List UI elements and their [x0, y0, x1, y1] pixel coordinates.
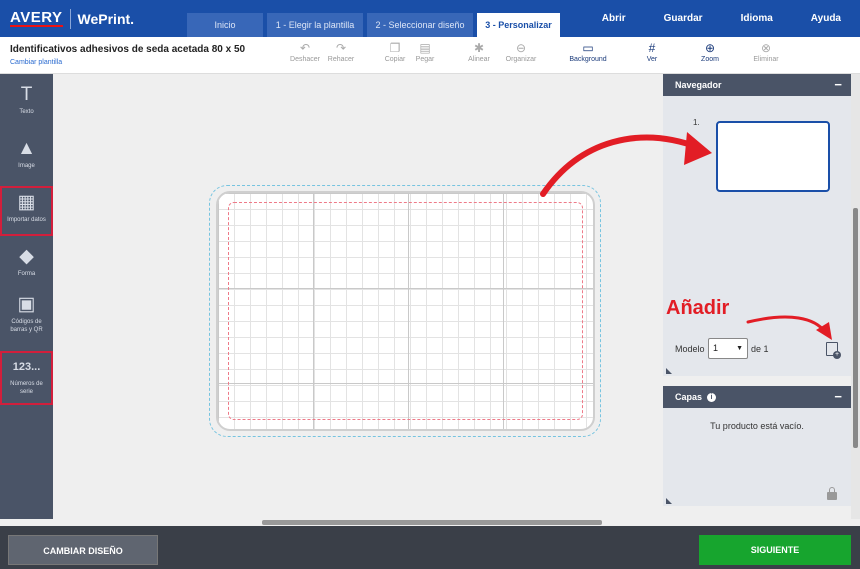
resize-corner-icon — [666, 498, 672, 504]
page-thumbnail[interactable] — [716, 121, 830, 192]
sidebar-item-importar-datos[interactable]: ▦ Importar datos — [0, 186, 53, 236]
safe-area — [228, 202, 583, 420]
document-title: Identificativos adhesivos de seda acetad… — [10, 44, 246, 55]
zoom-icon: ⊕ — [704, 41, 716, 55]
menu-idioma[interactable]: Idioma — [741, 13, 773, 24]
background-icon: ▭ — [582, 41, 594, 55]
horizontal-scrollbar[interactable] — [0, 519, 860, 526]
info-icon[interactable]: i — [707, 393, 717, 403]
change-template-link[interactable]: Cambiar plantilla — [10, 59, 62, 66]
toolbar: Identificativos adhesivos de seda acetad… — [0, 37, 860, 74]
background-button[interactable]: ▭ Background — [563, 41, 613, 63]
top-bar: AVERY WePrint. Inicio 1 - Elegir la plan… — [0, 0, 860, 37]
sidebar-item-numeros-serie[interactable]: 123... Números de serie — [0, 351, 53, 405]
redo-icon: ↷ — [335, 41, 347, 55]
undo-button[interactable]: ↶ Deshacer — [290, 41, 320, 63]
delete-button[interactable]: ⊗ Eliminar — [747, 41, 785, 63]
lock-icon[interactable] — [827, 487, 837, 500]
collapse-icon[interactable]: − — [834, 74, 842, 96]
navigator-header[interactable]: Navegador − — [663, 74, 851, 96]
top-menu: Abrir Guardar Idioma Ayuda — [583, 0, 860, 37]
align-icon: ✱ — [473, 41, 485, 55]
arrange-icon: ⊖ — [515, 41, 527, 55]
weprint-logo: WePrint. — [77, 10, 135, 27]
sidebar-item-forma[interactable]: ◆ Forma — [0, 244, 53, 288]
label-template[interactable] — [216, 191, 595, 431]
qr-icon: ▣ — [17, 294, 36, 315]
chevron-down-icon: ▼ — [736, 345, 743, 352]
step-tab-elegir-plantilla[interactable]: 1 - Elegir la plantilla — [267, 13, 363, 37]
change-design-button[interactable]: CAMBIAR DISEÑO — [8, 535, 158, 565]
tool-sidebar: T Texto ▲ Image ▦ Importar datos ◆ Forma… — [0, 74, 53, 519]
vertical-scrollbar[interactable] — [851, 74, 860, 519]
serial-icon: 123... — [12, 361, 41, 373]
zoom-button[interactable]: ⊕ Zoom — [693, 41, 727, 63]
undo-icon: ↶ — [299, 41, 311, 55]
logo-divider — [69, 8, 71, 29]
modelo-select[interactable]: 1 ▼ — [708, 338, 748, 359]
layers-header[interactable]: Capas i − — [663, 386, 851, 408]
paste-icon: ▤ — [419, 41, 431, 55]
menu-ayuda[interactable]: Ayuda — [811, 13, 841, 24]
avery-logo: AVERY — [10, 8, 63, 27]
arrange-button[interactable]: ⊖ Organizar — [501, 41, 541, 63]
step-tab-seleccionar-diseno[interactable]: 2 - Seleccionar diseño — [367, 13, 473, 37]
layers-empty-text: Tu producto está vacío. — [710, 421, 804, 431]
horizontal-scroll-thumb[interactable] — [262, 520, 602, 525]
add-page-button[interactable]: + — [826, 342, 841, 359]
table-icon: ▦ — [17, 192, 36, 213]
copy-icon: ❐ — [389, 41, 401, 55]
shapes-icon: ◆ — [19, 246, 34, 267]
sidebar-item-codigos-qr[interactable]: ▣ Códigos de barras y QR — [0, 294, 53, 346]
page-number: 1. — [693, 118, 700, 127]
sidebar-item-texto[interactable]: T Texto — [0, 82, 53, 126]
step-tab-personalizar[interactable]: 3 - Personalizar — [477, 13, 560, 37]
view-button[interactable]: # Ver — [638, 41, 666, 63]
navigator-panel: Navegador − 1. Modelo 1 ▼ de 1 + — [663, 74, 851, 376]
anadir-annotation: Añadir — [666, 297, 730, 319]
image-icon: ▲ — [17, 138, 36, 159]
menu-guardar[interactable]: Guardar — [664, 13, 703, 24]
text-icon: T — [20, 84, 33, 105]
model-count: de 1 — [751, 344, 769, 354]
step-tab-inicio[interactable]: Inicio — [187, 13, 263, 37]
grid-icon: # — [648, 41, 656, 55]
copy-button[interactable]: ❐ Copiar — [381, 41, 409, 63]
layers-panel: Capas i − Tu producto está vacío. — [663, 386, 851, 506]
vertical-scroll-thumb[interactable] — [853, 208, 858, 448]
resize-corner-icon — [666, 368, 672, 374]
add-page-icon: + — [833, 351, 841, 359]
align-button[interactable]: ✱ Alinear — [463, 41, 495, 63]
redo-button[interactable]: ↷ Rehacer — [326, 41, 356, 63]
menu-abrir[interactable]: Abrir — [602, 13, 626, 24]
collapse-icon[interactable]: − — [834, 386, 842, 408]
delete-icon: ⊗ — [760, 41, 772, 55]
modelo-label: Modelo — [675, 344, 705, 354]
design-canvas[interactable] — [53, 74, 663, 519]
footer-bar: CAMBIAR DISEÑO SIGUIENTE — [0, 526, 860, 569]
next-button[interactable]: SIGUIENTE — [699, 535, 851, 565]
sidebar-item-image[interactable]: ▲ Image — [0, 136, 53, 180]
step-tabs: Inicio 1 - Elegir la plantilla 2 - Selec… — [187, 13, 560, 37]
paste-button[interactable]: ▤ Pegar — [411, 41, 439, 63]
